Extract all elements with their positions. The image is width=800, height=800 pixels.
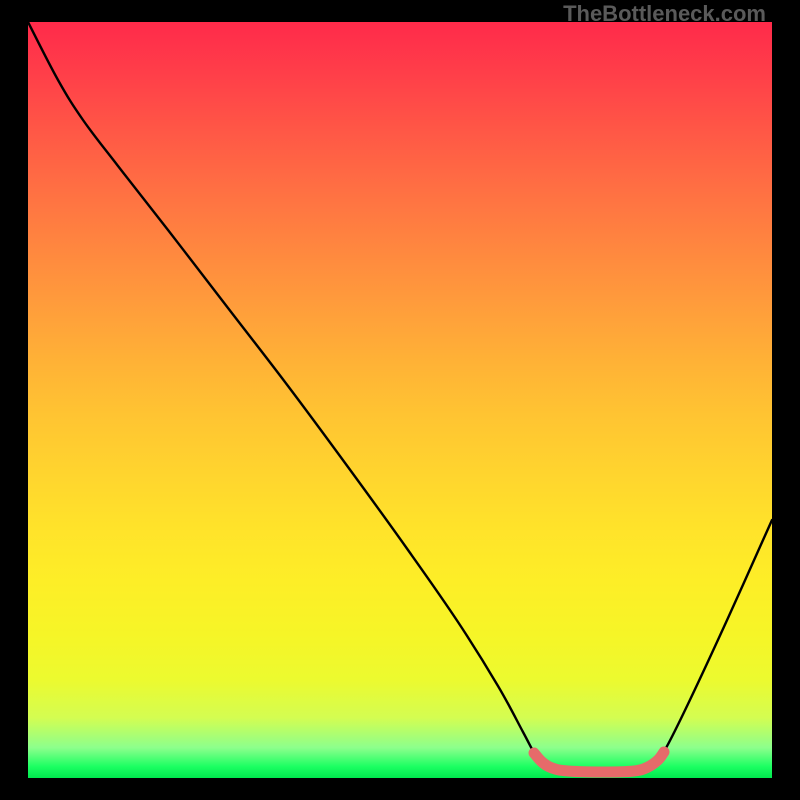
- watermark-text: TheBottleneck.com: [563, 1, 766, 27]
- chart-area: [28, 22, 772, 778]
- bottleneck-curve: [28, 22, 772, 772]
- curve-layer: [28, 22, 772, 778]
- highlight-band: [534, 752, 664, 772]
